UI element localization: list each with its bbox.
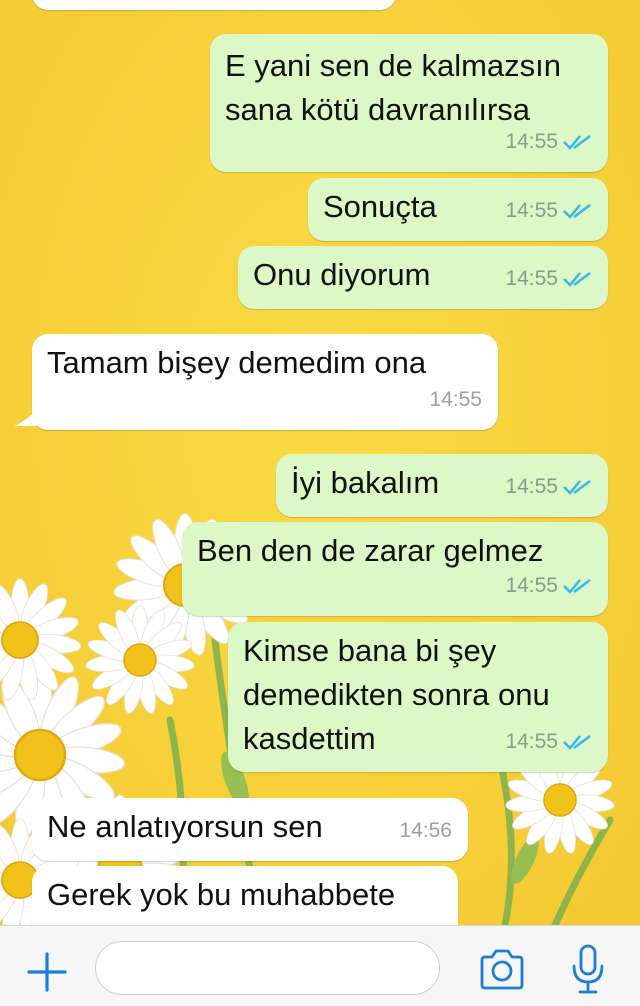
bubble-tail [14,408,38,426]
camera-icon[interactable] [478,948,526,992]
message-text: Kimse bana bi şey demedikten sonra onu k… [243,633,550,756]
message-time: 14:55 [505,130,558,153]
message-bubble-outgoing[interactable]: Ben den de zarar gelmez 14:55 [182,522,608,616]
message-text: İyi bakalım [291,465,440,500]
message-text: Sonuçta [323,189,437,224]
message-text: Tamam bişey demedim ona [47,345,427,380]
double-check-read-icon [563,480,591,495]
microphone-icon[interactable] [570,944,606,996]
message-meta: 14:55 [505,120,592,164]
message-bubble-incoming-partial[interactable] [32,0,396,10]
message-meta: 14:55 [505,720,592,764]
double-check-read-icon [563,272,591,287]
message-time: 14:56 [399,819,452,842]
message-bubble-outgoing[interactable]: İyi bakalım 14:55 [276,454,608,517]
message-text: Ben den de zarar gelmez [197,533,544,568]
message-input[interactable] [95,941,440,995]
message-meta: 14:55 [505,257,592,301]
message-time: 14:55 [505,199,558,222]
message-list: E yani sen de kalmazsın sana kötü davran… [0,0,640,946]
message-time: 14:55 [505,730,558,753]
message-bubble-incoming[interactable]: Ne anlatıyorsun sen 14:56 [32,798,468,861]
message-bubble-outgoing[interactable]: E yani sen de kalmazsın sana kötü davran… [210,34,608,172]
message-time: 14:55 [505,574,558,597]
message-time: 14:55 [505,475,558,498]
message-bubble-incoming[interactable]: Tamam bişey demedim ona 14:55 [14,334,498,430]
message-meta: 14:55 [505,189,592,233]
double-check-read-icon [563,135,591,150]
message-text: Ne anlatıyorsun sen [47,809,323,844]
message-time: 14:55 [505,267,558,290]
plus-icon[interactable] [26,951,68,993]
message-bubble-outgoing[interactable]: Onu diyorum 14:55 [238,246,608,309]
message-text: E yani sen de kalmazsın sana kötü davran… [225,48,562,127]
message-meta: 14:55 [429,378,482,422]
message-meta: 14:55 [505,564,592,608]
message-time: 14:55 [429,388,482,411]
message-meta: 14:55 [505,465,592,509]
message-bubble-outgoing[interactable]: Sonuçta 14:55 [308,178,608,241]
double-check-read-icon [563,204,591,219]
message-text: Onu diyorum [253,257,431,292]
message-text: Gerek yok bu muhabbete [47,877,396,912]
double-check-read-icon [563,579,591,594]
double-check-read-icon [563,735,591,750]
message-meta: 14:56 [399,809,452,853]
message-bubble-outgoing[interactable]: Kimse bana bi şey demedikten sonra onu k… [228,622,608,772]
message-input-bar [0,925,640,1006]
